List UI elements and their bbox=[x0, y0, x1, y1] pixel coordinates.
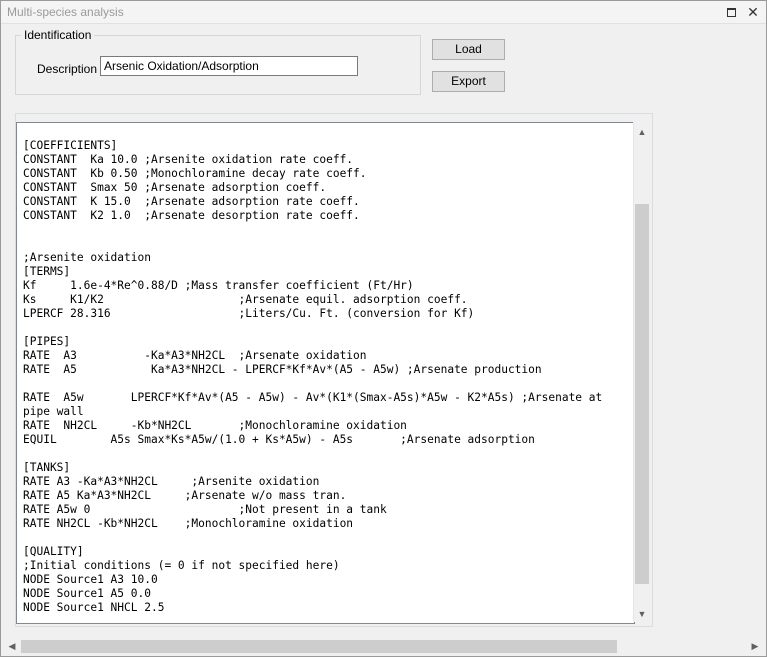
window-title: Multi-species analysis bbox=[7, 5, 124, 19]
chevron-left-icon[interactable]: ◀ bbox=[4, 638, 20, 655]
multi-species-window: Multi-species analysis ✕ Identification … bbox=[0, 0, 767, 657]
close-icon[interactable]: ✕ bbox=[745, 4, 761, 20]
export-button[interactable]: Export bbox=[432, 71, 505, 92]
script-text: [COEFFICIENTS] CONSTANT Ka 10.0 ;Arsenit… bbox=[23, 139, 603, 614]
load-button[interactable]: Load bbox=[432, 39, 505, 60]
chevron-up-icon[interactable]: ▲ bbox=[634, 124, 650, 140]
description-input[interactable] bbox=[100, 56, 358, 76]
script-editor[interactable]: [COEFFICIENTS] CONSTANT Ka 10.0 ;Arsenit… bbox=[16, 122, 635, 624]
chevron-down-icon[interactable]: ▼ bbox=[634, 606, 650, 622]
title-bar: Multi-species analysis ✕ bbox=[1, 1, 766, 24]
description-label: Description bbox=[37, 62, 98, 76]
chevron-right-icon[interactable]: ▶ bbox=[747, 638, 763, 655]
restore-icon[interactable] bbox=[723, 4, 739, 20]
horizontal-scrollbar[interactable]: ◀ ▶ bbox=[1, 638, 766, 655]
vertical-scroll-thumb[interactable] bbox=[635, 204, 649, 584]
identification-legend: Identification bbox=[21, 28, 95, 42]
horizontal-scroll-thumb[interactable] bbox=[21, 640, 617, 653]
vertical-scrollbar[interactable]: ▲ ▼ bbox=[633, 122, 650, 622]
